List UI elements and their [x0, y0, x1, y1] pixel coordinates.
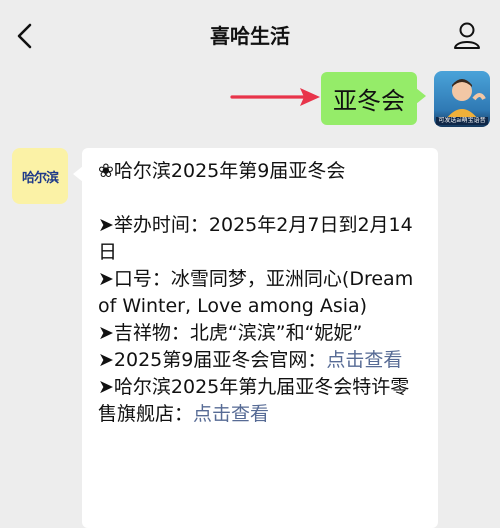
reply-slogan: ➤口号：冰雪同梦，亚洲同心(Dream of Winter, Love amon…: [98, 268, 414, 317]
bot-logo-text: 哈尔滨: [21, 169, 59, 185]
avatar-caption: 可发送ai萌宝语音: [436, 117, 488, 125]
top-nav-bar: 喜哈生活: [0, 0, 500, 66]
store-link[interactable]: 点击查看: [193, 403, 269, 425]
profile-icon[interactable]: [452, 20, 482, 50]
bot-reply-bubble[interactable]: ❀哈尔滨2025年第9届亚冬会 ➤举办时间：2025年2月7日到2月14日 ➤口…: [73, 148, 438, 528]
reply-heading: ❀哈尔滨2025年第9届亚冬会: [98, 160, 346, 182]
chat-title: 喜哈生活: [210, 26, 290, 48]
bot-avatar[interactable]: 哈尔滨: [12, 148, 68, 204]
reply-dates: ➤举办时间：2025年2月7日到2月14日: [98, 214, 413, 263]
reply-mascot: ➤吉祥物：北虎“滨滨”和“妮妮”: [98, 322, 363, 344]
reply-content: ❀哈尔滨2025年第9届亚冬会 ➤举办时间：2025年2月7日到2月14日 ➤口…: [98, 158, 428, 428]
user-message-bubble[interactable]: 亚冬会: [321, 72, 426, 125]
user-avatar[interactable]: 可发送ai萌宝语音: [434, 71, 490, 127]
user-message-text: 亚冬会: [333, 87, 405, 115]
reply-store: ➤哈尔滨2025年第九届亚冬会特许零售旗舰店：点击查看: [98, 374, 428, 428]
red-arrow-annotation: [230, 88, 320, 106]
reply-official-site: ➤2025第9届亚冬会官网：点击查看: [98, 347, 428, 374]
official-site-link[interactable]: 点击查看: [326, 349, 402, 371]
official-site-label: ➤2025第9届亚冬会官网：: [98, 349, 327, 371]
